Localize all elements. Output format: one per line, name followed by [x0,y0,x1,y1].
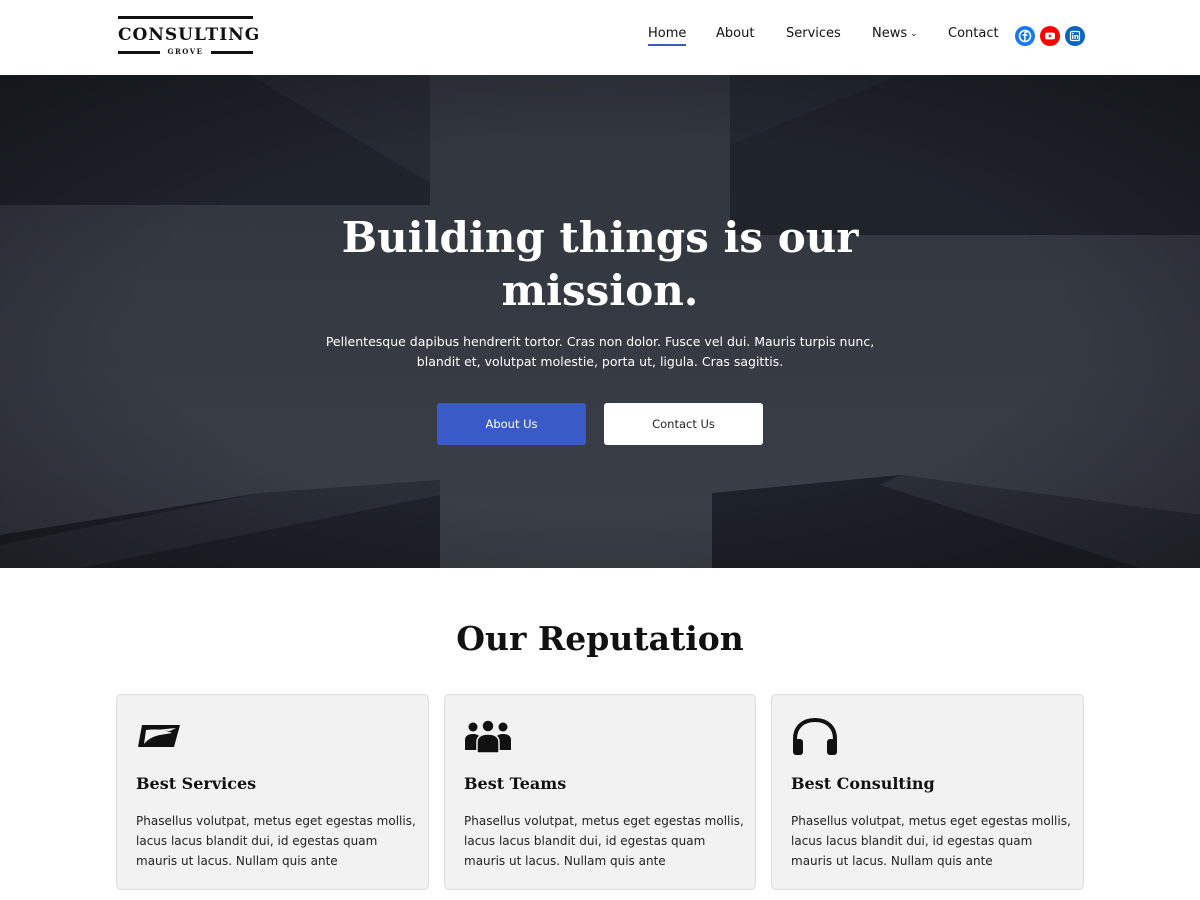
card-text: Phasellus volutpat, metus eget egestas m… [464,814,744,868]
postal-eagle-icon [136,717,186,757]
hero-description: Pellentesque dapibus hendrerit tortor. C… [325,334,875,369]
nav-services[interactable]: Services [786,26,841,41]
nav-news[interactable]: News ⌄ [872,26,918,41]
logo-right-bar [211,51,253,54]
about-us-button[interactable]: About Us [437,403,586,445]
card-text: Phasellus volutpat, metus eget egestas m… [136,814,416,868]
chevron-down-icon: ⌄ [910,29,918,39]
reputation-heading: Our Reputation [456,619,744,658]
logo-top-bar [118,16,253,19]
headphones-icon [791,717,841,757]
card-title: Best Consulting [791,774,935,793]
team-icon [464,717,514,757]
linkedin-icon[interactable] [1065,26,1085,46]
contact-us-button[interactable]: Contact Us [604,403,763,445]
nav-contact[interactable]: Contact [948,26,999,41]
service-card-services: Best Services Phasellus volutpat, metus … [116,694,429,890]
card-title: Best Teams [464,774,567,793]
facebook-icon[interactable] [1015,26,1035,46]
youtube-icon[interactable] [1040,26,1060,46]
logo-subtext: GROVE [167,47,204,56]
service-card-teams: Best Teams Phasellus volutpat, metus ege… [444,694,756,890]
nav-news-label: News [872,26,908,41]
hero-background-image [0,75,1200,568]
service-card-consulting: Best Consulting Phasellus volutpat, metu… [771,694,1084,890]
nav-home[interactable]: Home [648,26,687,46]
logo-text: CONSULTING [118,25,261,45]
site-logo[interactable]: CONSULTING GROVE [118,16,261,58]
logo-left-bar [118,51,160,54]
nav-about[interactable]: About [716,26,754,41]
hero-section: Building things is our mission. Pellente… [0,75,1200,568]
hero-title: Building things is our mission. [341,213,859,315]
card-title: Best Services [136,774,257,793]
site-header: CONSULTING GROVE Home About Services New… [0,0,1200,75]
card-text: Phasellus volutpat, metus eget egestas m… [791,814,1071,868]
